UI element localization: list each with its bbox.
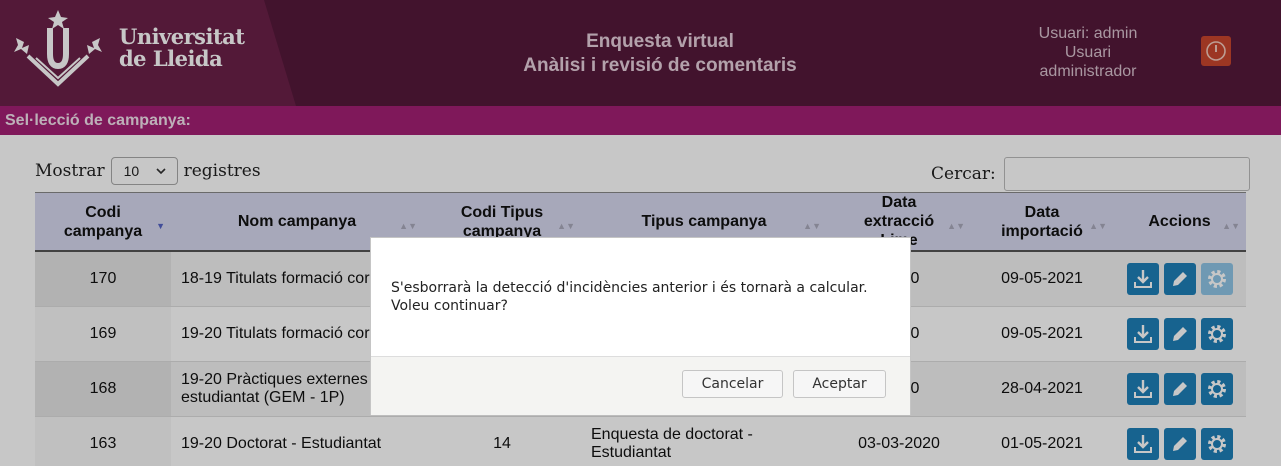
confirm-dialog: S'esborrarà la detecció d'incidències an… <box>370 237 911 415</box>
dialog-message: S'esborrarà la detecció d'incidències an… <box>391 280 868 314</box>
accept-button[interactable]: Aceptar <box>793 370 886 398</box>
cancel-button[interactable]: Cancelar <box>682 370 783 398</box>
dialog-footer: Cancelar Aceptar <box>371 356 910 415</box>
